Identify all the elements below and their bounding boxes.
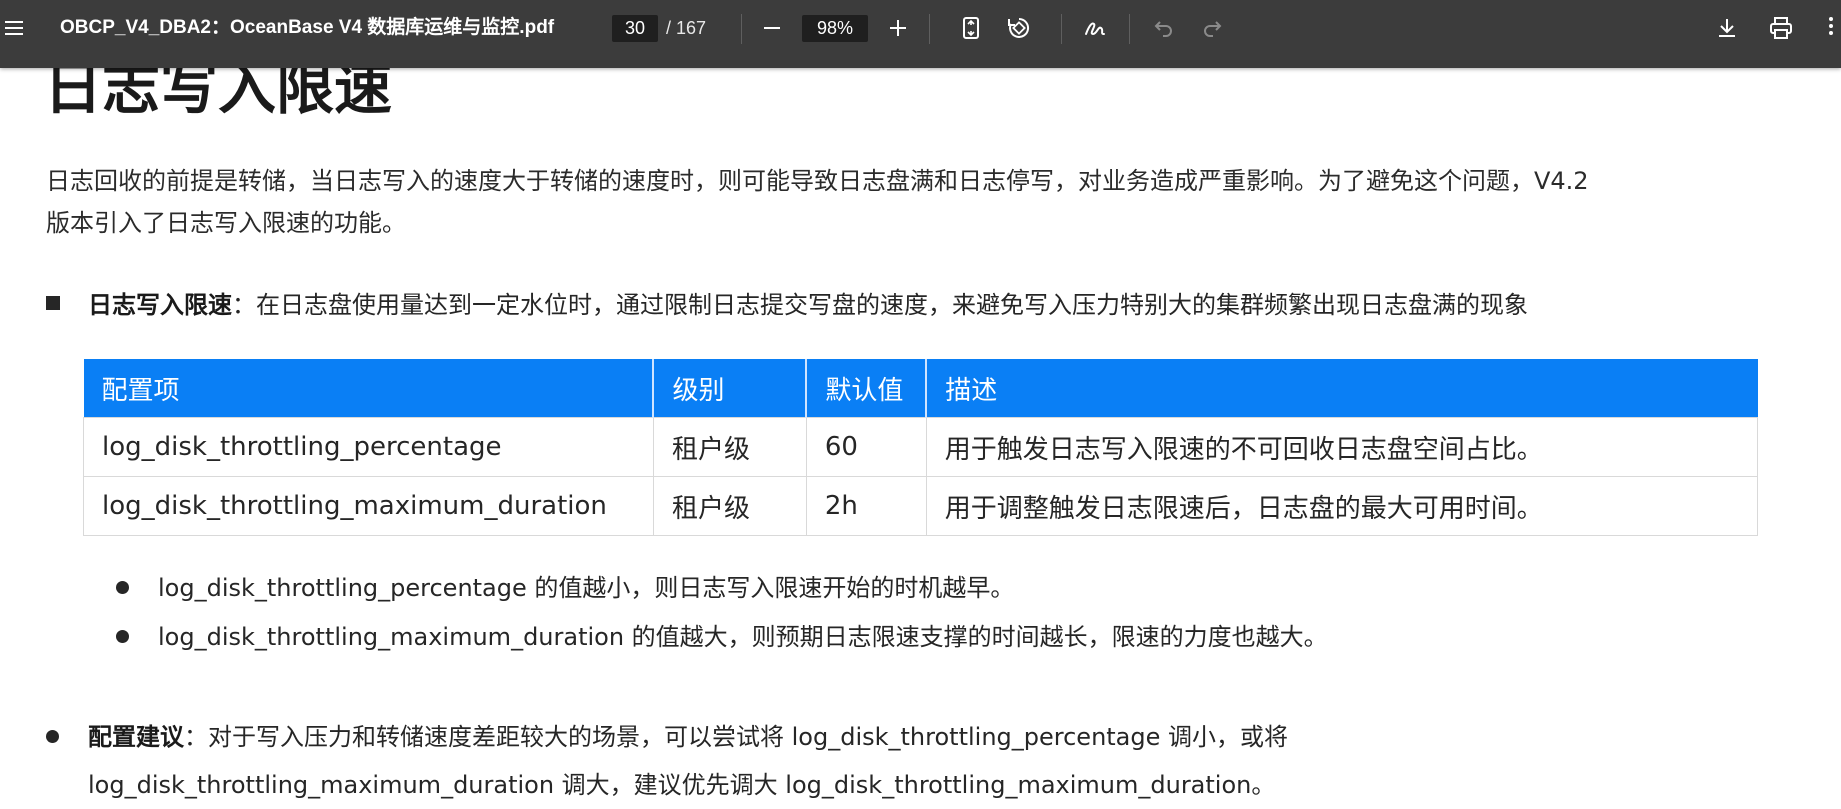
cell-level: 租户级 [652, 476, 807, 536]
zoom-in-icon [887, 17, 909, 39]
header-level: 级别 [653, 359, 808, 418]
recommendation-text: ：对于写入压力和转储速度差距较大的场景，可以尝试将 log_disk_throt… [184, 723, 1289, 751]
more-icon [1827, 14, 1835, 42]
header-config-item: 配置项 [83, 359, 655, 418]
print-icon [1768, 16, 1794, 40]
throttling-bullet-label: 日志写入限速 [88, 291, 232, 319]
round-bullet-icon [116, 630, 129, 643]
zoom-input[interactable] [802, 15, 868, 42]
cell-description: 用于触发日志写入限速的不可回收日志盘空间占比。 [925, 417, 1759, 477]
square-bullet-icon [46, 296, 60, 310]
rotate-button[interactable] [999, 0, 1039, 56]
menu-icon [2, 16, 26, 40]
intro-paragraph-line-2: 版本引入了日志写入限速的功能。 [46, 209, 406, 237]
more-actions-button[interactable] [1821, 0, 1841, 56]
redo-icon [1201, 17, 1223, 39]
round-bullet-icon [116, 581, 129, 594]
cell-level: 租户级 [652, 417, 807, 477]
intro-paragraph-line-1: 日志回收的前提是转储，当日志写入的速度大于转储的速度时，则可能导致日志盘满和日志… [46, 167, 1589, 195]
page-total: / 167 [666, 18, 707, 38]
toolbar-divider [929, 14, 930, 44]
cell-config-item: log_disk_throttling_percentage [83, 417, 654, 477]
header-default: 默认值 [806, 359, 928, 418]
recommendation-line-1: 配置建议：对于写入压力和转储速度差距较大的场景，可以尝试将 log_disk_t… [88, 713, 1288, 761]
header-description: 描述 [926, 359, 1758, 418]
print-button[interactable] [1761, 0, 1801, 56]
recommendation-line-2: log_disk_throttling_maximum_duration 调大，… [88, 771, 1276, 799]
sub-bullet-percentage: log_disk_throttling_percentage 的值越小，则日志写… [158, 574, 1015, 602]
rotate-icon [1006, 15, 1032, 41]
throttling-bullet-text: ：在日志盘使用量达到一定水位时，通过限制日志提交写盘的速度，来避免写入压力特别大… [232, 291, 1528, 319]
redo-button[interactable] [1192, 0, 1232, 56]
throttling-bullet: 日志写入限速：在日志盘使用量达到一定水位时，通过限制日志提交写盘的速度，来避免写… [88, 284, 1528, 326]
zoom-in-button[interactable] [878, 0, 918, 56]
table-row: log_disk_throttling_percentage 租户级 60 用于… [83, 417, 1759, 477]
toolbar-divider [1129, 14, 1130, 44]
fit-page-icon [960, 16, 982, 40]
table-row: log_disk_throttling_maximum_duration 租户级… [83, 476, 1759, 536]
cell-config-item: log_disk_throttling_maximum_duration [83, 476, 654, 536]
download-icon [1715, 16, 1739, 40]
recommendation-label: 配置建议 [88, 723, 184, 751]
draw-icon [1083, 16, 1107, 40]
toolbar-divider [1061, 14, 1062, 44]
pdf-page-content: 日志写入限速 日志回收的前提是转储，当日志写入的速度大于转储的速度时，则可能导致… [0, 0, 1841, 801]
undo-icon [1153, 17, 1175, 39]
draw-button[interactable] [1075, 0, 1115, 56]
round-bullet-icon [46, 730, 59, 743]
menu-button[interactable] [0, 0, 34, 56]
document-title: OBCP_V4_DBA2：OceanBase V4 数据库运维与监控.pdf [60, 17, 555, 38]
toolbar-divider [741, 14, 742, 44]
sub-bullet-duration: log_disk_throttling_maximum_duration 的值越… [158, 623, 1328, 651]
zoom-out-button[interactable] [752, 0, 792, 56]
undo-button[interactable] [1144, 0, 1184, 56]
config-table: 配置项 级别 默认值 描述 log_disk_throttling_percen… [83, 359, 1759, 536]
cell-description: 用于调整触发日志限速后，日志盘的最大可用时间。 [925, 476, 1759, 536]
download-button[interactable] [1707, 0, 1747, 56]
pdf-viewer-toolbar: OBCP_V4_DBA2：OceanBase V4 数据库运维与监控.pdf /… [0, 0, 1841, 68]
cell-default: 60 [805, 417, 927, 477]
cell-default: 2h [805, 476, 927, 536]
page-number-input[interactable] [612, 15, 658, 42]
fit-page-button[interactable] [951, 0, 991, 56]
zoom-out-icon [761, 17, 783, 39]
table-header-row: 配置项 级别 默认值 描述 [83, 359, 1758, 418]
